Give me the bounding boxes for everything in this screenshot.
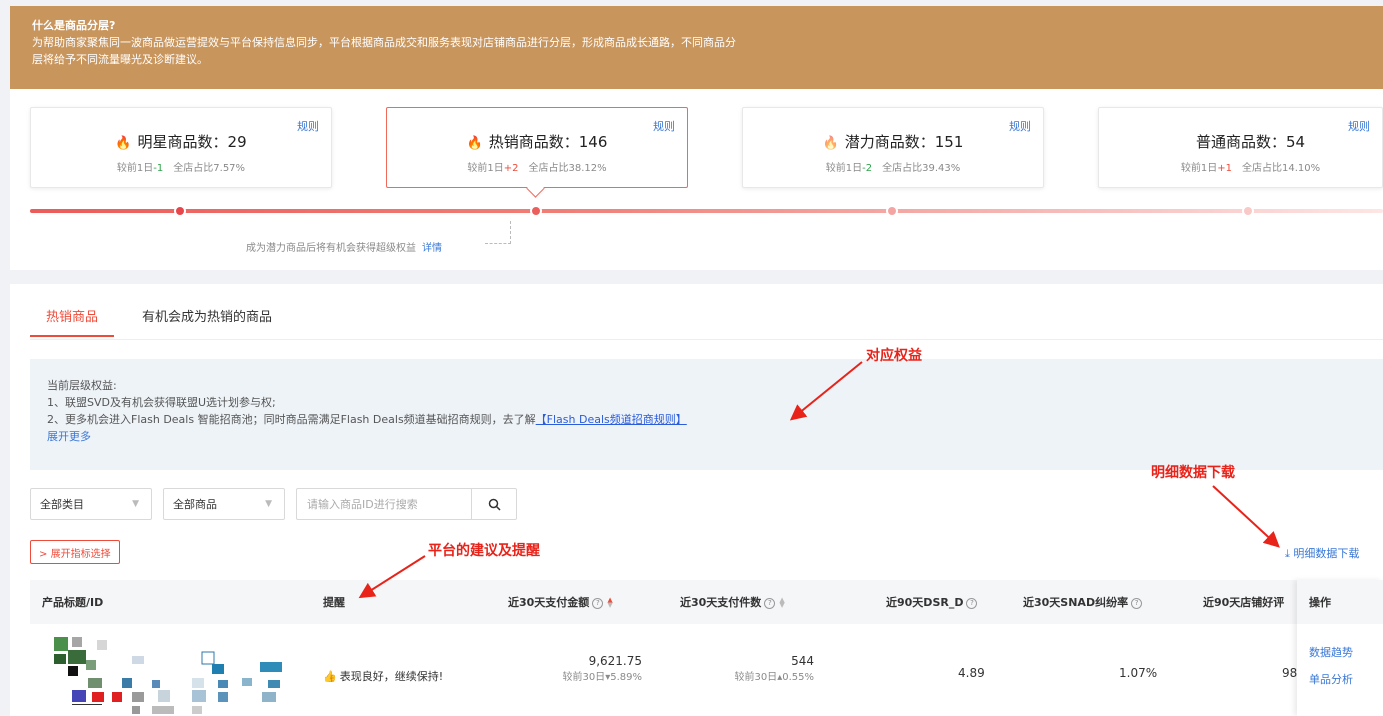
change-value: +2 [503,163,519,174]
help-icon[interactable]: ? [764,597,776,609]
col-pay-count[interactable]: 近30天支付件数? ▲ ▼ [680,594,785,610]
benefit-box: 当前层级权益: 1、联盟SVD及有机会获得联盟U选计划参与权; 2、更多机会进入… [30,359,1383,470]
hint-detail-link[interactable]: 详情 [422,243,442,254]
change-prefix: 较前1日 [116,163,154,174]
col-snad: 近30天SNAD纠纷率? [1023,594,1143,610]
tier-card-normal[interactable]: 规则 普通商品数：54 较前1日+1 全店占比14.10% [1098,107,1383,188]
change-value: +1 [1217,163,1232,174]
tier-dot [174,205,186,217]
banner-text-line2: 层将给予不同流量曝光及诊断建议。 [32,53,208,66]
search-icon [488,498,501,511]
tab-divider [30,339,1383,340]
sort-icon[interactable]: ▲ ▼ [779,597,784,609]
fire-icon: 🔥 [822,136,839,151]
tier-label: 普通商品数：54 [1195,133,1306,151]
help-icon[interactable]: ? [592,597,604,609]
flash-deals-rule-link[interactable]: 【Flash Deals频道招商规则】 [536,413,687,426]
sort-icon[interactable]: ▲ ▼ [607,597,612,609]
pay-count-cell: 544 较前30日▴0.55% [734,654,814,683]
hint-connector [485,221,511,244]
expand-more-link[interactable]: 展开更多 [47,428,1366,445]
share-text: 全店占比38.12% [528,163,607,174]
reminder-cell: 👍 表现良好，继续保持! [323,670,444,683]
change-prefix: 较前1日 [467,163,504,174]
tier-card-star[interactable]: 规则 🔥 明星商品数：29 较前1日-1 全店占比7.57% [30,107,332,188]
fire-icon: 🔥 [466,136,483,151]
change-value: -2 [862,163,873,174]
col-ops: 操作 [1297,580,1383,624]
annotation-benefit: 对应权益 [866,348,922,364]
dsr-cell: 4.89 [958,666,985,680]
change-prefix: 较前1日 [825,163,863,174]
benefit-item-1: 1、联盟SVD及有机会获得联盟U选计划参与权; [47,396,276,409]
col-store-rating: 近90天店铺好评 [1203,596,1285,609]
search-input[interactable] [297,489,472,519]
info-banner: 什么是商品分层? 为帮助商家聚焦同一波商品做运营提效与平台保持信息同步，平台根据… [10,6,1383,89]
tier-card-potential[interactable]: 规则 🔥 潜力商品数：151 较前1日-2 全店占比39.43% [742,107,1044,188]
data-trend-link[interactable]: 数据趋势 [1297,636,1383,670]
expand-metrics-button[interactable]: > 展开指标选择 [30,540,120,564]
hint-text: 成为潜力商品后将有机会获得超级权益 [246,243,416,254]
tab-bar: 热销商品 有机会成为热销的商品 [30,306,300,340]
category-select[interactable]: 全部类目 ▼ [30,488,152,520]
operation-column: 操作 数据趋势 单品分析 [1297,580,1383,716]
snad-cell: 1.07% [1119,666,1158,680]
download-icon: ⤓ [1285,547,1290,560]
col-pay-amount[interactable]: 近30天支付金额? ▲ ▼ [508,594,613,610]
change-value: -1 [153,163,164,174]
store-rating-cell: 98 [1282,666,1298,680]
chevron-down-icon: ▼ [132,499,139,509]
col-dsr: 近90天DSR_D? [886,594,978,610]
search-box [296,488,517,520]
tier-dot [530,205,542,217]
tier-card-hot[interactable]: 规则 🔥 热销商品数：146 较前1日+2 全店占比38.12% [386,107,688,188]
tab-potential-hot[interactable]: 有机会成为热销的商品 [142,306,272,335]
goods-select[interactable]: 全部商品 ▼ [163,488,285,520]
share-text: 全店占比14.10% [1241,163,1321,174]
tab-hot-goods[interactable]: 热销商品 [30,306,115,337]
search-button[interactable] [471,489,516,519]
col-reminder: 提醒 [323,596,345,609]
annotation-advice: 平台的建议及提醒 [428,543,540,559]
detail-download-link[interactable]: ⤓ 明细数据下载 [1285,545,1359,561]
tier-panel: 规则 🔥 明星商品数：29 较前1日-1 全店占比7.57% 规则 🔥 热销商品数：1… [10,89,1383,270]
tier-hint: 成为潜力商品后将有机会获得超级权益 详情 [246,239,442,254]
chevron-down-icon: ▼ [265,499,272,509]
help-icon[interactable]: ? [966,597,978,609]
help-icon[interactable]: ? [1131,597,1143,609]
col-product: 产品标题/ID [42,596,104,609]
banner-text-line1: 为帮助商家聚焦同一波商品做运营提效与平台保持信息同步，平台根据商品成交和服务表现… [32,36,736,49]
table-header: 产品标题/ID 提醒 近30天支付金额? ▲ ▼ 近30天支付件数? ▲ ▼ 近90天D… [30,580,1383,624]
share-text: 全店占比39.43% [882,163,961,174]
tier-label: 热销商品数：146 [488,133,608,151]
main-panel: 热销商品 有机会成为热销的商品 当前层级权益: 1、联盟SVD及有机会获得联盟U选… [10,284,1383,716]
benefit-item-2: 2、更多机会进入Flash Deals 智能招商池；同时商品需满足Flash D… [47,413,687,426]
tier-dot [886,205,898,217]
tier-dot [1242,205,1254,217]
table-row: 👍 表现良好，继续保持! 9,621.75 较前30日▾5.89% 544 较前3… [30,624,1297,716]
benefit-title: 当前层级权益: [47,379,117,392]
product-image[interactable] [42,632,302,716]
fire-icon: 🔥 [115,136,132,151]
banner-title: 什么是商品分层? [32,19,116,32]
annotation-download: 明细数据下载 [1151,465,1235,481]
tier-label: 明星商品数：29 [137,133,247,151]
tier-progress-track [30,209,1383,213]
share-text: 全店占比7.57% [173,163,246,174]
pay-amount-cell: 9,621.75 较前30日▾5.89% [562,654,642,683]
chevron-right-icon: > [39,549,48,560]
item-analysis-link[interactable]: 单品分析 [1297,670,1383,690]
change-prefix: 较前1日 [1180,163,1218,174]
tier-label: 潜力商品数：151 [844,133,964,151]
thumbs-up-icon: 👍 [323,670,337,683]
